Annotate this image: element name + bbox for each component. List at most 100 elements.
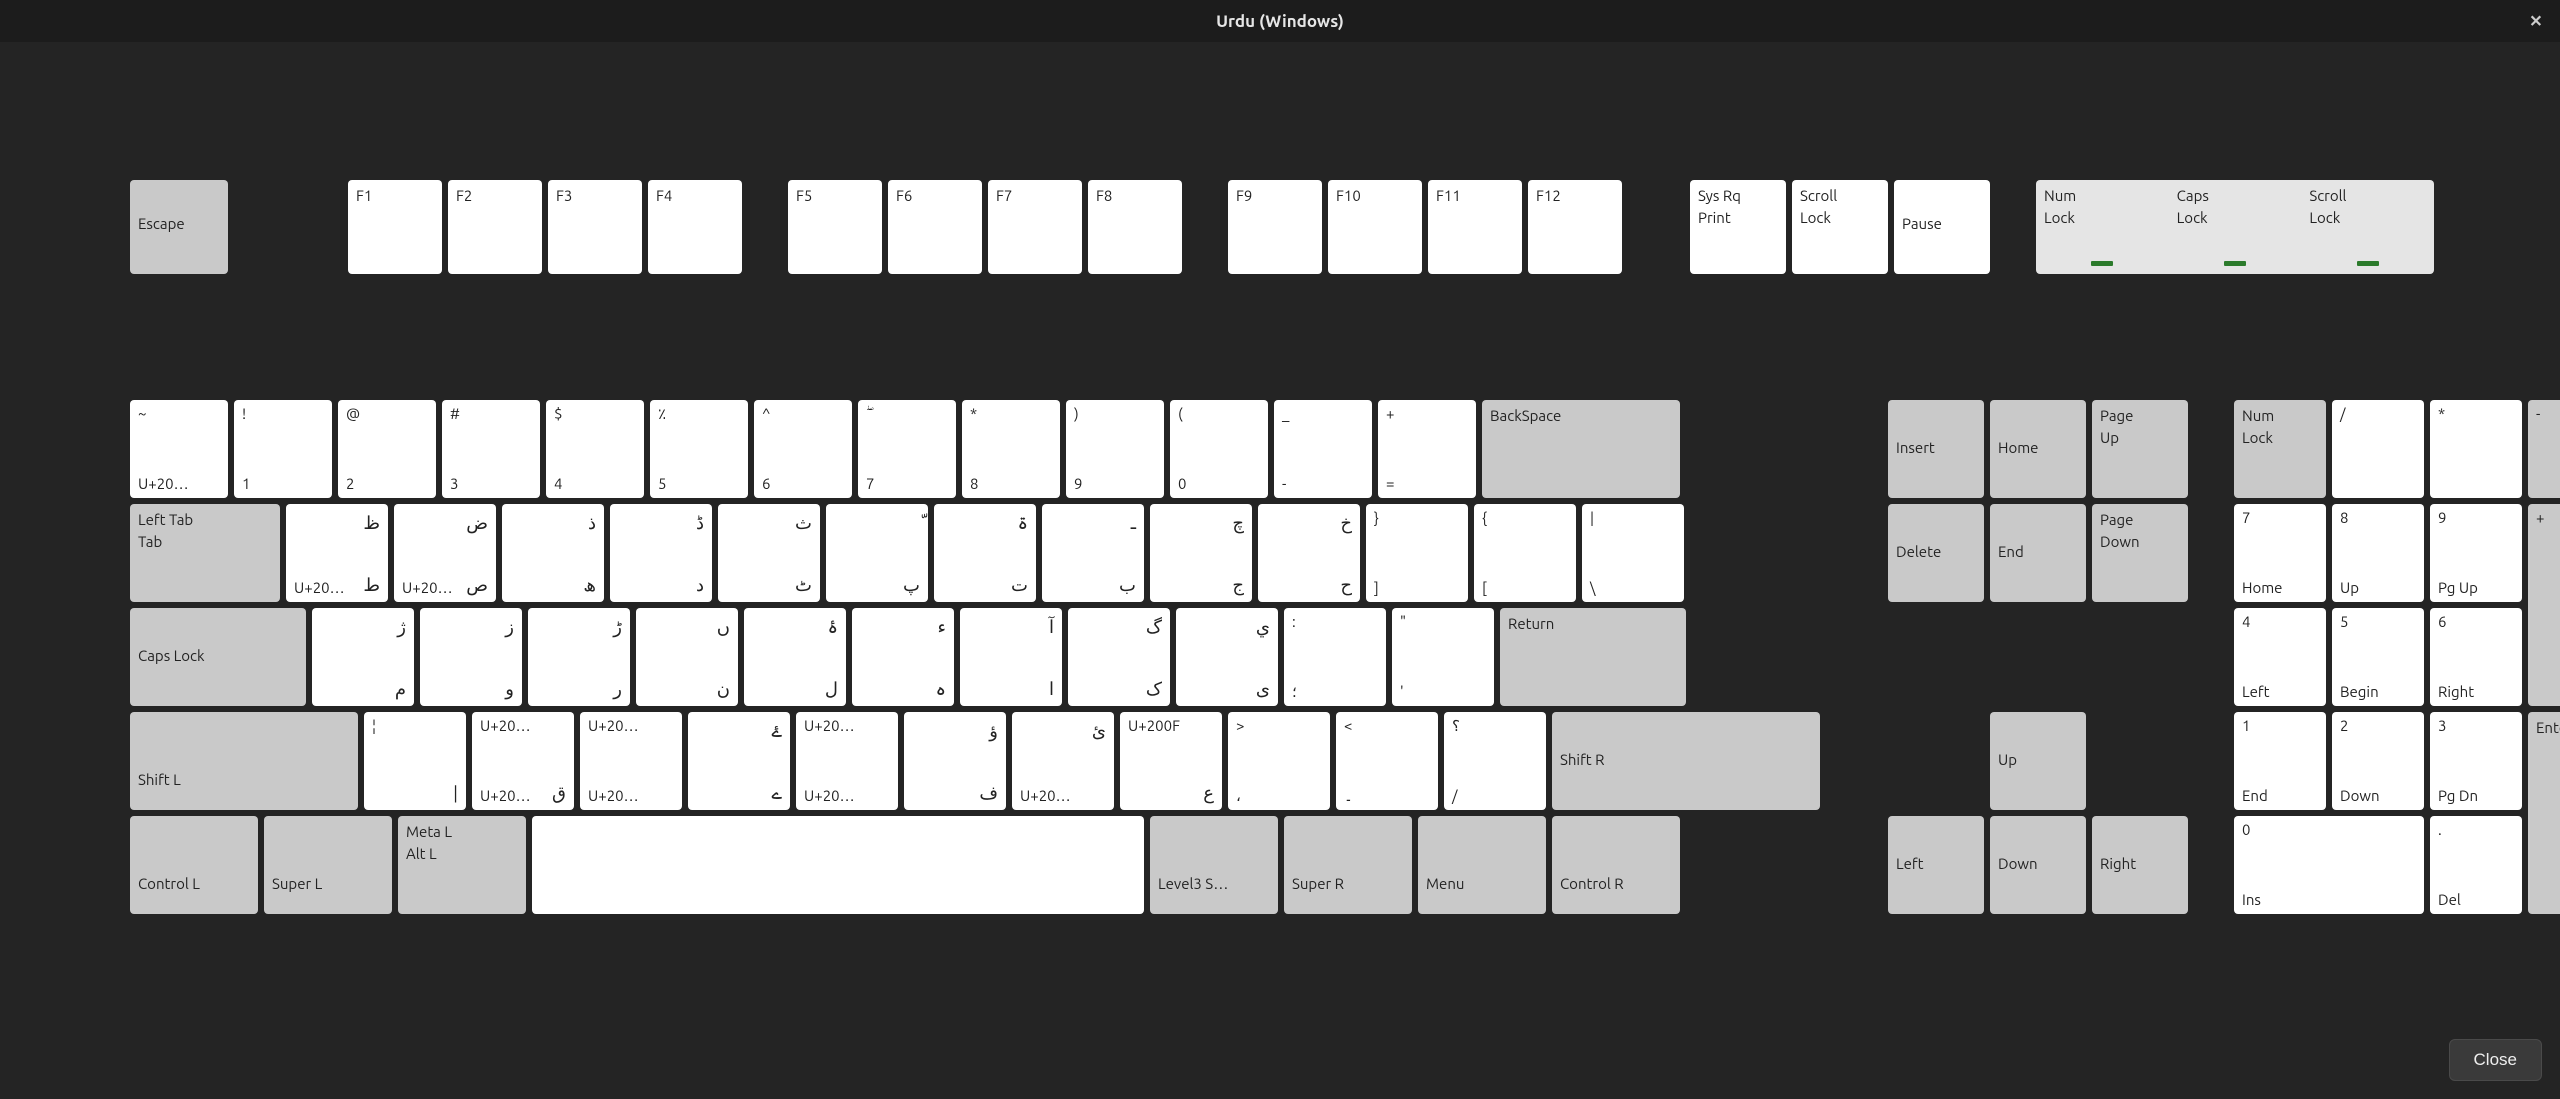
num-row-key-7[interactable]: ۖ7 bbox=[858, 400, 956, 498]
numlock-key[interactable]: NumLock bbox=[2234, 400, 2326, 498]
num-row-key-1[interactable]: !1 bbox=[234, 400, 332, 498]
numpad-5-key[interactable]: 5Begin bbox=[2332, 608, 2424, 706]
qwerty-row-key-2[interactable]: ذھ bbox=[502, 504, 604, 602]
f4-key[interactable]: F4 bbox=[648, 180, 742, 274]
qwerty-row-key-7[interactable]: ـب bbox=[1042, 504, 1144, 602]
bottom-row-key-1[interactable]: U+20…U+20…ق bbox=[472, 712, 574, 810]
bottom-row-key-4[interactable]: U+20…U+20… bbox=[796, 712, 898, 810]
f5-key[interactable]: F5 bbox=[788, 180, 882, 274]
bottom-row-key-2[interactable]: U+20…U+20… bbox=[580, 712, 682, 810]
backspace-key[interactable]: BackSpace bbox=[1482, 400, 1680, 498]
home-row-key-10[interactable]: "' bbox=[1392, 608, 1494, 706]
num-row-key-3[interactable]: #3 bbox=[442, 400, 540, 498]
arrow-down-key[interactable]: Down bbox=[1990, 816, 2086, 914]
qwerty-row-key-10[interactable]: }] bbox=[1366, 504, 1468, 602]
bottom-row-key-6[interactable]: U+20…ئ bbox=[1012, 712, 1114, 810]
close-button[interactable]: Close bbox=[2449, 1039, 2542, 1081]
f9-key[interactable]: F9 bbox=[1228, 180, 1322, 274]
num-row-key-2[interactable]: @2 bbox=[338, 400, 436, 498]
qwerty-row-key-8[interactable]: چج bbox=[1150, 504, 1252, 602]
return-key[interactable]: Return bbox=[1500, 608, 1686, 706]
arrow-left-key[interactable]: Left bbox=[1888, 816, 1984, 914]
control-left-key[interactable]: Control L bbox=[130, 816, 258, 914]
qwerty-row-key-4[interactable]: ثٹ bbox=[718, 504, 820, 602]
qwerty-row-key-6[interactable]: ۃت bbox=[934, 504, 1036, 602]
scrolllock-key[interactable]: ScrollLock bbox=[1792, 180, 1888, 274]
arrow-right-key[interactable]: Right bbox=[2092, 816, 2188, 914]
bottom-row-key-8[interactable]: >، bbox=[1228, 712, 1330, 810]
qwerty-row-key-0[interactable]: U+20…ظط bbox=[286, 504, 388, 602]
f11-key[interactable]: F11 bbox=[1428, 180, 1522, 274]
close-icon[interactable]: ✕ bbox=[2524, 12, 2548, 31]
numpad-0-key[interactable]: 0Ins bbox=[2234, 816, 2424, 914]
f1-key[interactable]: F1 bbox=[348, 180, 442, 274]
altgr-key[interactable]: Level3 S… bbox=[1150, 816, 1278, 914]
insert-key[interactable]: Insert bbox=[1888, 400, 1984, 498]
f2-key[interactable]: F2 bbox=[448, 180, 542, 274]
qwerty-row-key-11[interactable]: {[ bbox=[1474, 504, 1576, 602]
super-right-key[interactable]: Super R bbox=[1284, 816, 1412, 914]
num-row-key-11[interactable]: _- bbox=[1274, 400, 1372, 498]
home-row-key-7[interactable]: گک bbox=[1068, 608, 1170, 706]
arrow-up-key[interactable]: Up bbox=[1990, 712, 2086, 810]
home-row-key-5[interactable]: ءہ bbox=[852, 608, 954, 706]
f6-key[interactable]: F6 bbox=[888, 180, 982, 274]
super-left-key[interactable]: Super L bbox=[264, 816, 392, 914]
bottom-row-key-10[interactable]: ؟/ bbox=[1444, 712, 1546, 810]
qwerty-row-key-1[interactable]: U+20…ضص bbox=[394, 504, 496, 602]
numpad-star-key[interactable]: * bbox=[2430, 400, 2522, 498]
shift-right-key[interactable]: Shift R bbox=[1552, 712, 1820, 810]
capslock-key[interactable]: Caps Lock bbox=[130, 608, 306, 706]
qwerty-row-key-9[interactable]: خح bbox=[1258, 504, 1360, 602]
backslash-key[interactable]: |\ bbox=[1582, 504, 1684, 602]
numpad-minus-key[interactable]: - bbox=[2528, 400, 2560, 498]
qwerty-row-key-3[interactable]: ڈد bbox=[610, 504, 712, 602]
bottom-row-key-5[interactable]: ؤف bbox=[904, 712, 1006, 810]
numpad-plus-key[interactable]: + bbox=[2528, 504, 2560, 706]
num-row-key-10[interactable]: (0 bbox=[1170, 400, 1268, 498]
qwerty-row-key-5[interactable]: ّپ bbox=[826, 504, 928, 602]
num-row-key-4[interactable]: $4 bbox=[546, 400, 644, 498]
bottom-row-key-7[interactable]: U+200Fع bbox=[1120, 712, 1222, 810]
numpad-slash-key[interactable]: / bbox=[2332, 400, 2424, 498]
num-row-key-8[interactable]: *8 bbox=[962, 400, 1060, 498]
bottom-row-key-3[interactable]: ۓے bbox=[688, 712, 790, 810]
home-key[interactable]: Home bbox=[1990, 400, 2086, 498]
num-row-key-6[interactable]: ^6 bbox=[754, 400, 852, 498]
f7-key[interactable]: F7 bbox=[988, 180, 1082, 274]
control-right-key[interactable]: Control R bbox=[1552, 816, 1680, 914]
tab-key[interactable]: Left TabTab bbox=[130, 504, 280, 602]
numpad-8-key[interactable]: 8Up bbox=[2332, 504, 2424, 602]
home-row-key-0[interactable]: ژم bbox=[312, 608, 414, 706]
home-row-key-2[interactable]: ڑر bbox=[528, 608, 630, 706]
f12-key[interactable]: F12 bbox=[1528, 180, 1622, 274]
numpad-2-key[interactable]: 2Down bbox=[2332, 712, 2424, 810]
delete-key[interactable]: Delete bbox=[1888, 504, 1984, 602]
sysrq-key[interactable]: Sys RqPrint bbox=[1690, 180, 1786, 274]
home-row-key-1[interactable]: زو bbox=[420, 608, 522, 706]
f10-key[interactable]: F10 bbox=[1328, 180, 1422, 274]
pause-key[interactable]: Pause bbox=[1894, 180, 1990, 274]
num-row-key-5[interactable]: ٪5 bbox=[650, 400, 748, 498]
numpad-enter-key[interactable]: Enter bbox=[2528, 712, 2560, 914]
pagedown-key[interactable]: PageDown bbox=[2092, 504, 2188, 602]
pageup-key[interactable]: PageUp bbox=[2092, 400, 2188, 498]
home-row-key-9[interactable]: :؛ bbox=[1284, 608, 1386, 706]
numpad-6-key[interactable]: 6Right bbox=[2430, 608, 2522, 706]
numpad-4-key[interactable]: 4Left bbox=[2234, 608, 2326, 706]
numpad-1-key[interactable]: 1End bbox=[2234, 712, 2326, 810]
space-key[interactable] bbox=[532, 816, 1144, 914]
home-row-key-6[interactable]: آا bbox=[960, 608, 1062, 706]
numpad-9-key[interactable]: 9Pg Up bbox=[2430, 504, 2522, 602]
menu-key[interactable]: Menu bbox=[1418, 816, 1546, 914]
bottom-row-key-0[interactable]: ¦| bbox=[364, 712, 466, 810]
home-row-key-4[interactable]: ۂل bbox=[744, 608, 846, 706]
end-key[interactable]: End bbox=[1990, 504, 2086, 602]
home-row-key-3[interactable]: ںن bbox=[636, 608, 738, 706]
numpad-3-key[interactable]: 3Pg Dn bbox=[2430, 712, 2522, 810]
numpad-7-key[interactable]: 7Home bbox=[2234, 504, 2326, 602]
num-row-key-9[interactable]: )9 bbox=[1066, 400, 1164, 498]
meta-alt-left-key[interactable]: Meta LAlt L bbox=[398, 816, 526, 914]
escape-key[interactable]: Escape bbox=[130, 180, 228, 274]
numpad-dot-key[interactable]: .Del bbox=[2430, 816, 2522, 914]
